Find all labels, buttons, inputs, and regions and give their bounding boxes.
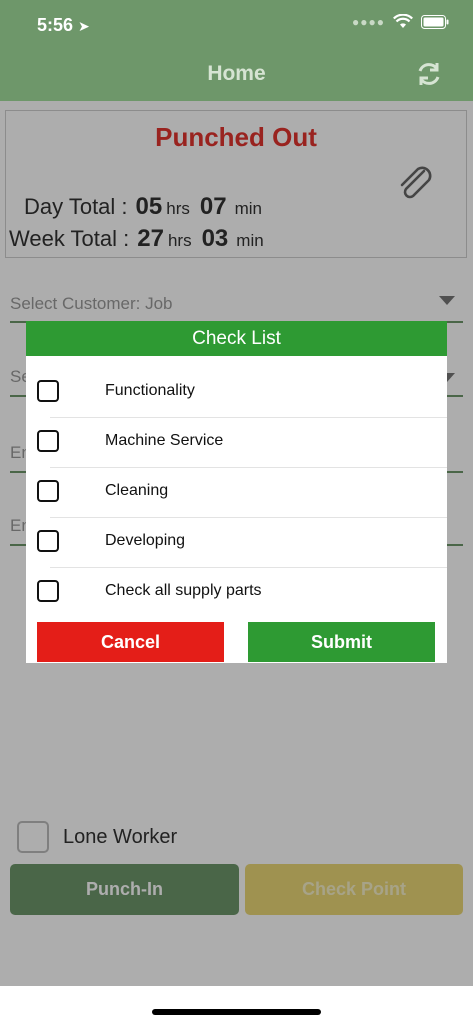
checklist-item[interactable]: Machine Service <box>26 418 447 468</box>
location-arrow-icon: ➤ <box>78 18 90 34</box>
checklist-item[interactable]: Check all supply parts <box>26 568 447 618</box>
battery-icon <box>421 14 449 29</box>
home-indicator-area <box>0 986 473 1024</box>
checklist-item-label: Machine Service <box>105 432 224 449</box>
status-icons: ●●●● <box>352 14 449 29</box>
checklist-item-label: Functionality <box>105 382 195 399</box>
cancel-button[interactable]: Cancel <box>37 622 224 662</box>
checkbox[interactable] <box>37 480 59 502</box>
wifi-icon <box>393 14 413 28</box>
checkbox[interactable] <box>37 580 59 602</box>
checklist-item-label: Developing <box>105 532 186 549</box>
checkbox[interactable] <box>37 530 59 552</box>
checkbox[interactable] <box>37 380 59 402</box>
checklist-item[interactable]: Functionality <box>26 368 447 418</box>
home-indicator[interactable] <box>152 1009 321 1015</box>
status-time-text: 5:56 <box>37 15 74 35</box>
status-time: 5:56 ➤ <box>37 15 90 36</box>
page-title: Home <box>207 62 266 85</box>
checklist-dialog: Check List Functionality Machine Service… <box>26 321 447 663</box>
checkbox[interactable] <box>37 430 59 452</box>
signal-icon: ●●●● <box>352 14 385 29</box>
checklist-item[interactable]: Developing <box>26 518 447 568</box>
checklist-item-label: Cleaning <box>105 482 169 499</box>
checklist-item-label: Check all supply parts <box>105 582 262 599</box>
dialog-title: Check List <box>26 321 447 356</box>
submit-button[interactable]: Submit <box>248 622 435 662</box>
top-bar: 5:56 ➤ ●●●● Home <box>0 0 473 101</box>
checklist-item[interactable]: Cleaning <box>26 468 447 518</box>
refresh-icon[interactable] <box>415 60 443 88</box>
